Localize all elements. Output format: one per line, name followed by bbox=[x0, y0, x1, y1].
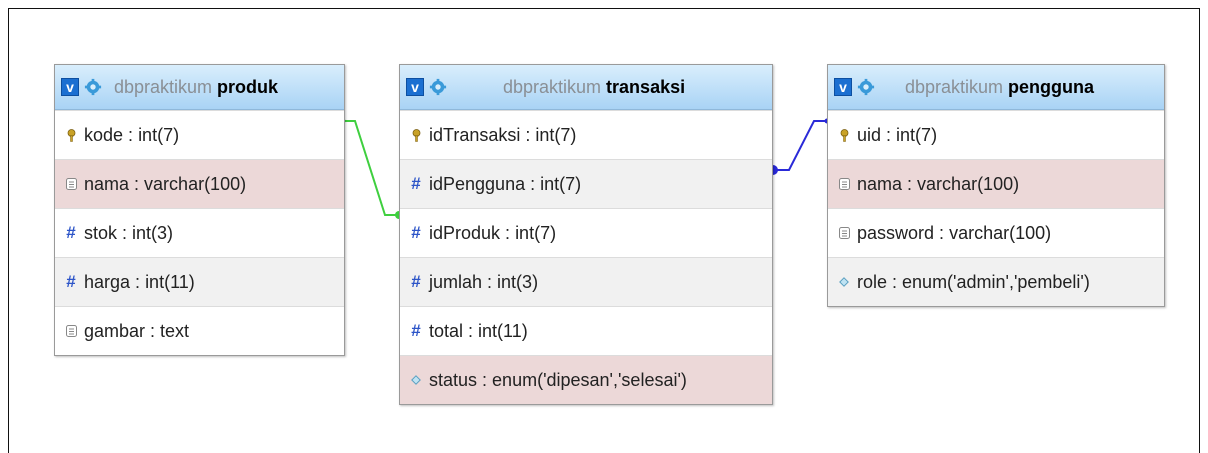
table-name: transaksi bbox=[606, 76, 686, 97]
number-icon: # bbox=[411, 272, 421, 291]
text-field-icon bbox=[836, 178, 852, 190]
key-icon bbox=[836, 128, 852, 142]
database-name: dbpraktikum bbox=[905, 76, 1004, 97]
table-header[interactable]: v dbpraktikum transaksi bbox=[400, 65, 772, 110]
table-pengguna[interactable]: v dbpraktikum pengguna uid : int(7) nama … bbox=[827, 64, 1165, 307]
table-produk[interactable]: v dbpraktikum produk kode : int(7) nama :… bbox=[54, 64, 345, 356]
text-field-icon bbox=[63, 325, 79, 337]
column-row-idpengguna[interactable]: # idPengguna : int(7) bbox=[400, 159, 772, 208]
toggle-columns-button[interactable]: v bbox=[61, 78, 79, 96]
number-icon: # bbox=[66, 223, 76, 242]
number-icon: # bbox=[66, 272, 76, 291]
column-row-nama[interactable]: nama : varchar(100) bbox=[828, 159, 1164, 208]
column-row-total[interactable]: # total : int(11) bbox=[400, 306, 772, 355]
gear-icon[interactable] bbox=[857, 78, 875, 96]
number-icon: # bbox=[411, 223, 421, 242]
key-icon bbox=[63, 128, 79, 142]
gear-icon[interactable] bbox=[84, 78, 102, 96]
table-transaksi[interactable]: v dbpraktikum transaksi idTransaksi : int… bbox=[399, 64, 773, 405]
table-title: dbpraktikum transaksi bbox=[503, 77, 685, 98]
text-field-icon bbox=[836, 227, 852, 239]
column-row-idproduk[interactable]: # idProduk : int(7) bbox=[400, 208, 772, 257]
column-row-nama[interactable]: nama : varchar(100) bbox=[55, 159, 344, 208]
table-name: produk bbox=[217, 76, 279, 97]
column-row-idtransaksi[interactable]: idTransaksi : int(7) bbox=[400, 110, 772, 159]
table-header[interactable]: v dbpraktikum pengguna bbox=[828, 65, 1164, 110]
table-title: dbpraktikum pengguna bbox=[905, 77, 1094, 98]
toggle-columns-button[interactable]: v bbox=[834, 78, 852, 96]
table-title: dbpraktikum produk bbox=[114, 77, 278, 98]
key-icon bbox=[408, 128, 424, 142]
column-row-kode[interactable]: kode : int(7) bbox=[55, 110, 344, 159]
column-row-role[interactable]: role : enum('admin','pembeli') bbox=[828, 257, 1164, 306]
toggle-columns-button[interactable]: v bbox=[406, 78, 424, 96]
database-name: dbpraktikum bbox=[503, 76, 602, 97]
enum-icon bbox=[836, 277, 852, 287]
column-row-status[interactable]: status : enum('dipesan','selesai') bbox=[400, 355, 772, 404]
number-icon: # bbox=[411, 174, 421, 193]
column-row-jumlah[interactable]: # jumlah : int(3) bbox=[400, 257, 772, 306]
column-row-stok[interactable]: # stok : int(3) bbox=[55, 208, 344, 257]
gear-icon[interactable] bbox=[429, 78, 447, 96]
column-row-harga[interactable]: # harga : int(11) bbox=[55, 257, 344, 306]
database-name: dbpraktikum bbox=[114, 76, 213, 97]
enum-icon bbox=[408, 375, 424, 385]
column-row-uid[interactable]: uid : int(7) bbox=[828, 110, 1164, 159]
number-icon: # bbox=[411, 321, 421, 340]
table-header[interactable]: v dbpraktikum produk bbox=[55, 65, 344, 110]
column-row-gambar[interactable]: gambar : text bbox=[55, 306, 344, 355]
column-row-password[interactable]: password : varchar(100) bbox=[828, 208, 1164, 257]
table-name: pengguna bbox=[1008, 76, 1095, 97]
text-field-icon bbox=[63, 178, 79, 190]
